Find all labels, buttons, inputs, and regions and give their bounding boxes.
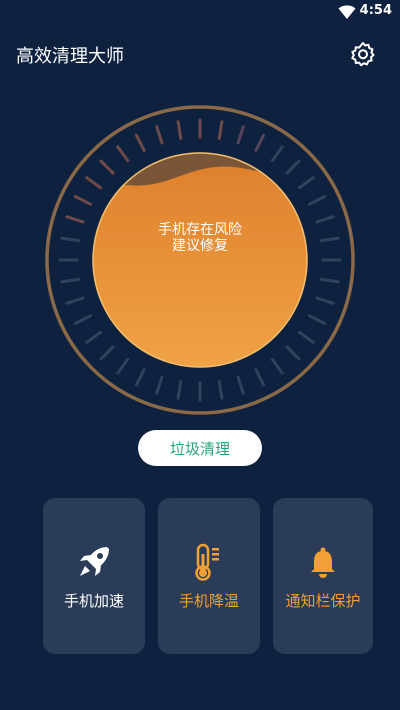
gauge-tick xyxy=(134,133,146,152)
gauge-tick xyxy=(85,330,102,344)
gauge-tick xyxy=(298,176,315,190)
gauge-tick xyxy=(73,194,92,206)
gauge-tick xyxy=(315,296,335,305)
card-label-cool-down: 手机降温 xyxy=(178,592,239,610)
gauge-tick xyxy=(60,236,81,243)
card-label-speed-up: 手机加速 xyxy=(63,592,124,610)
thermometer-icon xyxy=(195,543,219,581)
card-notification-protect[interactable]: 通知栏保护 xyxy=(273,498,373,654)
gauge-tick xyxy=(254,368,266,387)
gauge-line-1: 手机存在风险 xyxy=(158,222,242,238)
gauge-tick xyxy=(134,368,146,387)
gauge-tick xyxy=(155,375,164,395)
gauge-tick xyxy=(99,159,115,175)
gauge-tick xyxy=(73,314,92,326)
gauge-tick xyxy=(99,345,115,361)
gear-icon xyxy=(351,42,375,67)
gauge-tick xyxy=(85,176,102,190)
gauge-line-2: 建议修复 xyxy=(172,238,228,254)
risk-gauge xyxy=(45,105,355,415)
settings-button[interactable] xyxy=(349,40,377,68)
gauge-tick xyxy=(155,125,164,145)
gauge-tick xyxy=(285,159,301,175)
gauge-tick xyxy=(236,125,245,145)
gauge-tick xyxy=(308,314,327,326)
gauge-tick xyxy=(176,120,183,141)
gauge-tick xyxy=(176,379,183,400)
gauge-tick xyxy=(236,375,245,395)
gauge-tick xyxy=(319,277,340,284)
gauge-tick xyxy=(217,379,224,400)
wifi-icon xyxy=(338,5,356,19)
gauge-tick xyxy=(65,296,85,305)
gauge-tick xyxy=(270,358,284,375)
card-label-notification-protect: 通知栏保护 xyxy=(285,592,361,610)
status-bar: 4:54 xyxy=(0,0,400,24)
gauge-tick xyxy=(116,145,130,162)
status-time: 4:54 xyxy=(359,3,392,18)
gauge-tick xyxy=(308,194,327,206)
gauge-tick xyxy=(65,215,85,224)
gauge-tick xyxy=(116,358,130,375)
rocket-icon xyxy=(80,547,109,576)
card-speed-up[interactable]: 手机加速 xyxy=(43,498,145,654)
gauge-tick xyxy=(319,236,340,243)
gauge-tick xyxy=(60,277,81,284)
card-cool-down[interactable]: 手机降温 xyxy=(158,498,260,654)
gauge-tick xyxy=(315,215,335,224)
gauge-tick xyxy=(254,133,266,152)
app-title: 高效清理大师 xyxy=(16,46,124,67)
gauge-tick xyxy=(298,330,315,344)
gauge-tick xyxy=(217,120,224,141)
gauge-message: 手机存在风险 建议修复 xyxy=(120,222,280,254)
gauge-tick xyxy=(285,345,301,361)
bell-icon xyxy=(311,547,335,578)
junk-clean-button[interactable]: 垃圾清理 xyxy=(138,430,262,466)
gauge-tick xyxy=(270,145,284,162)
